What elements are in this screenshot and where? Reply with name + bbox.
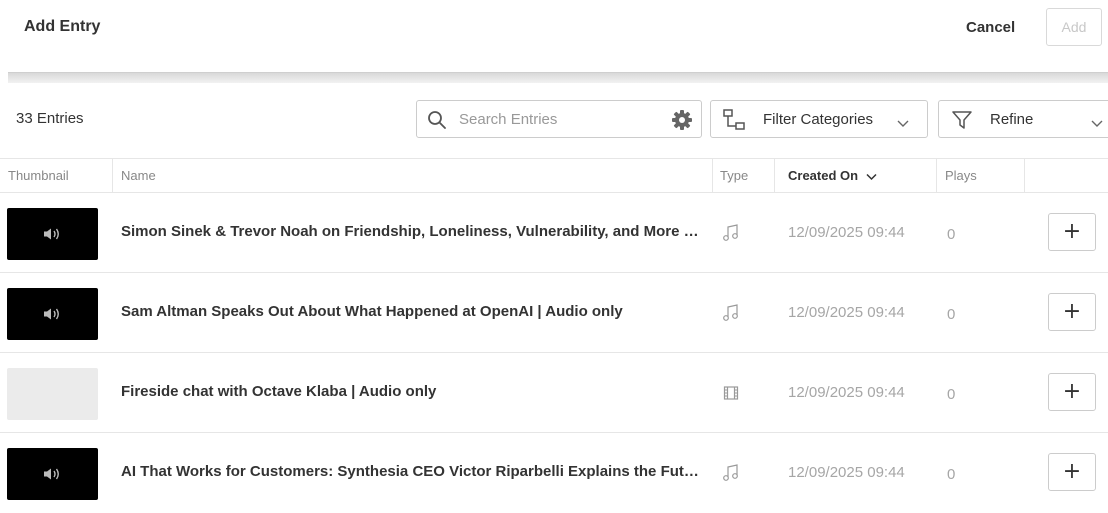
cancel-button[interactable]: Cancel — [966, 19, 1015, 36]
page-title: Add Entry — [24, 18, 101, 35]
add-entry-button[interactable]: + — [1048, 373, 1096, 411]
add-button[interactable]: Add — [1046, 8, 1102, 46]
plays-value: 0 — [947, 386, 956, 403]
table-header: Thumbnail Name Type Created On Plays — [0, 158, 1108, 193]
filter-categories-label: Filter Categories — [763, 111, 874, 128]
add-entry-button[interactable]: + — [1048, 213, 1096, 251]
add-entry-button[interactable]: + — [1048, 293, 1096, 331]
refine-label: Refine — [990, 111, 1034, 128]
entry-count: 33 Entries — [16, 110, 84, 127]
column-header-thumbnail: Thumbnail — [8, 168, 69, 183]
search-input[interactable] — [459, 108, 659, 130]
thumbnail — [7, 368, 98, 420]
column-header-created-on-label: Created On — [788, 168, 859, 183]
funnel-icon — [951, 110, 973, 135]
speaker-icon — [43, 227, 63, 246]
thumbnail — [7, 208, 98, 260]
header-bar: Add Entry Cancel Add — [0, 0, 1108, 60]
created-on-value: 12/09/2025 09:44 — [788, 464, 905, 481]
add-entry-button[interactable]: + — [1048, 453, 1096, 491]
table-row[interactable]: Simon Sinek & Trevor Noah on Friendship,… — [0, 193, 1108, 273]
created-on-value: 12/09/2025 09:44 — [788, 384, 905, 401]
audio-type-icon — [722, 463, 740, 488]
refine-dropdown[interactable]: Refine — [938, 100, 1108, 138]
chevron-down-icon — [1091, 115, 1103, 133]
audio-type-icon — [722, 223, 740, 248]
plays-value: 0 — [947, 226, 956, 243]
column-header-name[interactable]: Name — [112, 159, 712, 192]
gear-icon[interactable] — [671, 109, 693, 136]
table-row[interactable]: AI That Works for Customers: Synthesia C… — [0, 433, 1108, 513]
filter-categories-dropdown[interactable]: Filter Categories — [710, 100, 928, 138]
created-on-value: 12/09/2025 09:44 — [788, 304, 905, 321]
entry-name[interactable]: AI That Works for Customers: Synthesia C… — [121, 463, 701, 480]
column-header-type: Type — [712, 159, 774, 192]
thumbnail — [7, 288, 98, 340]
categories-icon — [721, 109, 747, 136]
thumbnail — [7, 448, 98, 500]
plays-value: 0 — [947, 306, 956, 323]
sort-descending-icon — [866, 160, 877, 193]
column-header-created-on[interactable]: Created On — [774, 159, 936, 192]
search-box[interactable] — [416, 100, 702, 138]
entry-name[interactable]: Fireside chat with Octave Klaba | Audio … — [121, 383, 701, 400]
audio-type-icon — [722, 303, 740, 328]
created-on-value: 12/09/2025 09:44 — [788, 224, 905, 241]
entry-name[interactable]: Sam Altman Speaks Out About What Happene… — [121, 303, 701, 320]
header-divider — [8, 72, 1108, 83]
chevron-down-icon — [897, 115, 909, 133]
search-icon — [427, 110, 447, 135]
video-type-icon — [722, 383, 740, 408]
table-row[interactable]: Fireside chat with Octave Klaba | Audio … — [0, 353, 1108, 433]
entry-name[interactable]: Simon Sinek & Trevor Noah on Friendship,… — [121, 223, 701, 240]
column-header-actions — [1024, 159, 1108, 192]
speaker-icon — [43, 307, 63, 326]
column-header-plays[interactable]: Plays — [936, 159, 1024, 192]
speaker-icon — [43, 467, 63, 486]
table-row[interactable]: Sam Altman Speaks Out About What Happene… — [0, 273, 1108, 353]
plays-value: 0 — [947, 466, 956, 483]
